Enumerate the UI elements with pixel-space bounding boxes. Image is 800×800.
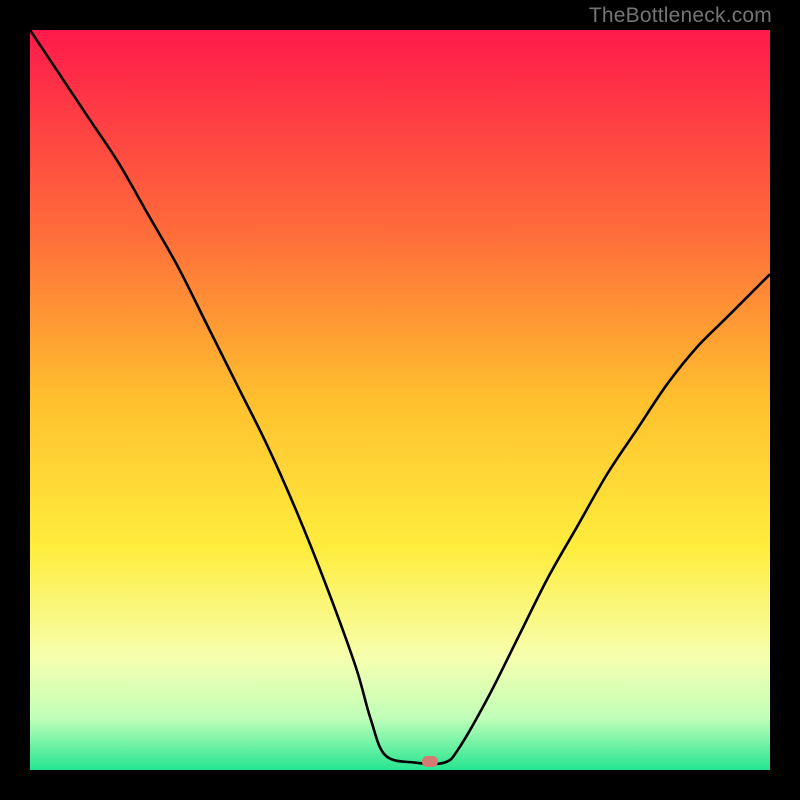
watermark-text: TheBottleneck.com <box>589 4 772 28</box>
chart-frame: TheBottleneck.com <box>0 0 800 800</box>
plot-area <box>30 30 770 770</box>
optimal-point-marker <box>422 756 438 767</box>
bottleneck-curve <box>30 30 770 770</box>
